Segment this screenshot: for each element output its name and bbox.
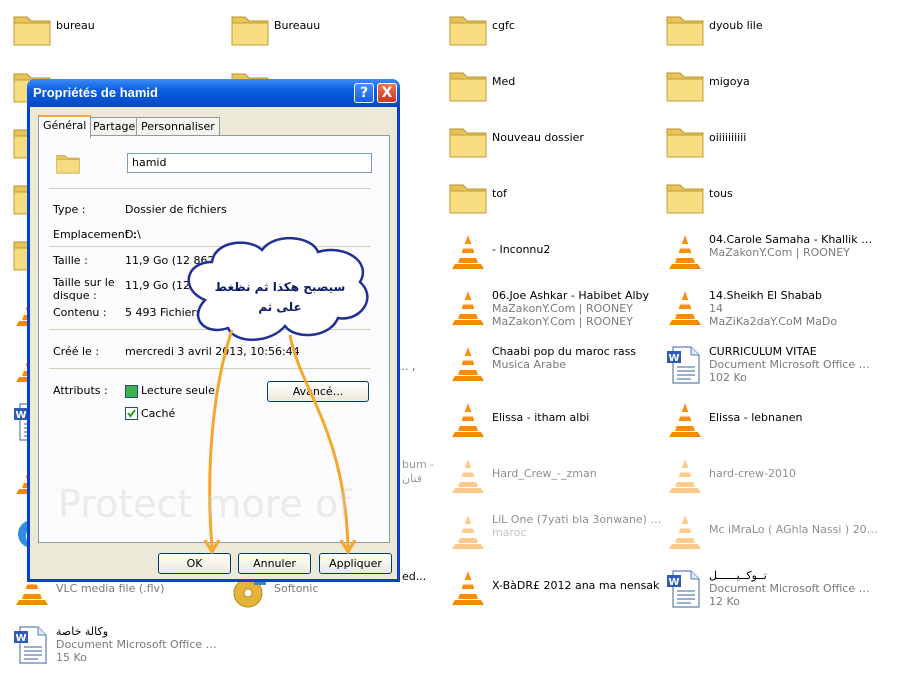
annotation-overlay	[187, 236, 369, 555]
tab-general[interactable]: Général	[38, 115, 92, 138]
annotation-line2: على ثم	[258, 300, 302, 314]
annotation-line1: سيصبح هكذا ثم نظغط	[214, 280, 346, 294]
watermark: Protect more of	[58, 482, 352, 526]
